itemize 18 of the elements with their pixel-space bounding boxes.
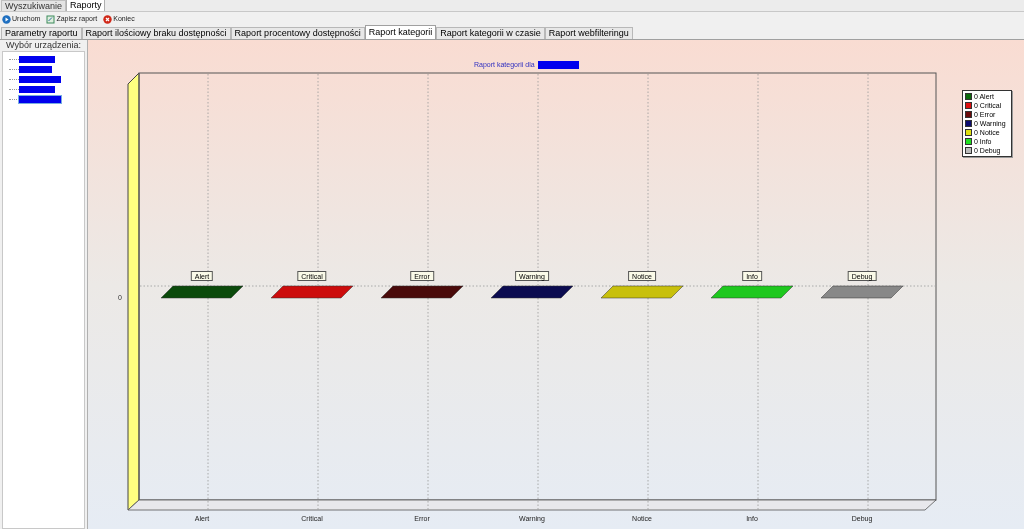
redacted-device-name[interactable] <box>19 85 55 93</box>
redacted-device-name[interactable] <box>19 75 61 83</box>
tab[interactable]: Wyszukiwanie <box>1 0 66 11</box>
redacted-device-name[interactable] <box>19 65 52 73</box>
play-icon <box>2 14 11 24</box>
tab[interactable]: Raport webfilteringu <box>544 27 633 39</box>
tab[interactable]: Raport procentowy dostępności <box>230 27 365 39</box>
panel-title: Wybór urządzenia: <box>5 40 82 51</box>
redacted-device-name <box>537 61 579 70</box>
tab[interactable]: Raport kategorii w czasie <box>436 27 545 39</box>
tab[interactable]: Parametry raportu <box>1 27 82 39</box>
tab[interactable]: Raporty <box>65 0 106 11</box>
redacted-device-name[interactable] <box>19 95 61 103</box>
close-icon <box>103 14 113 24</box>
tab[interactable]: Raport kategorii <box>364 25 437 39</box>
redacted-device-name[interactable] <box>19 55 55 63</box>
document-icon <box>46 14 56 24</box>
tab[interactable]: Raport ilościowy braku dostępności <box>81 27 231 39</box>
